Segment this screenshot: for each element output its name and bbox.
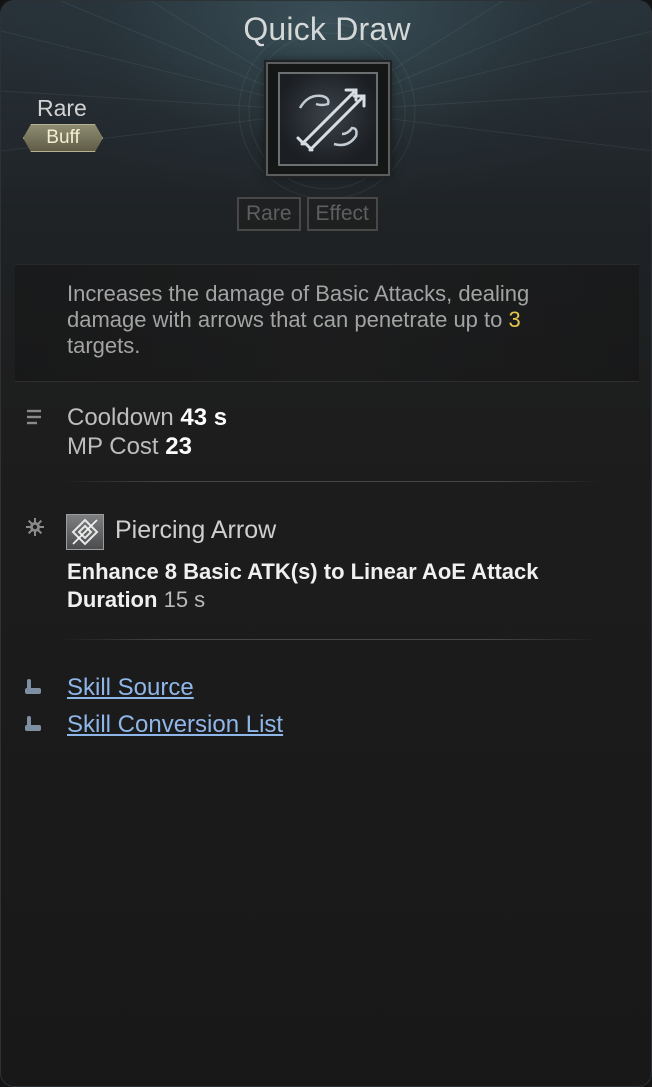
effect-name: Piercing Arrow: [115, 516, 277, 544]
skill-conversion-list-link[interactable]: Skill Conversion List: [67, 711, 283, 739]
divider: [61, 639, 601, 640]
skill-name: Quick Draw: [243, 11, 411, 47]
skill-tooltip-panel: Quick Draw Rare Buff Rare Effect Increas…: [0, 0, 652, 1087]
mp-cost-stat: MP Cost 23: [67, 433, 192, 461]
duration-value: 15 s: [163, 587, 206, 612]
effect-description: Enhance 8 Basic ATK(s) to Linear AoE Att…: [67, 559, 539, 584]
tag-rare: Rare: [237, 197, 301, 231]
description-box: Increases the damage of Basic Attacks, d…: [15, 264, 639, 382]
piercing-arrow-icon: [66, 514, 104, 550]
list-lines-icon: [27, 409, 41, 425]
effect-duration: Duration 15 s: [67, 587, 205, 613]
tag-effect: Effect: [306, 197, 378, 231]
description-text: Increases the damage of Basic Attacks, d…: [67, 281, 530, 332]
gear-icon: [26, 518, 44, 536]
divider: [61, 481, 601, 482]
duration-label: Duration: [67, 587, 158, 612]
skill-icon-frame: [266, 62, 390, 176]
mp-cost-label: MP Cost: [67, 433, 159, 460]
skill-description: Increases the damage of Basic Attacks, d…: [67, 281, 587, 359]
pointing-hand-icon: [25, 679, 41, 694]
mp-cost-value: 23: [165, 433, 192, 460]
cooldown-stat: Cooldown 43 s: [67, 404, 227, 432]
skill-source-link[interactable]: Skill Source: [67, 674, 194, 702]
cooldown-label: Cooldown: [67, 404, 174, 431]
category-badge: Buff: [23, 124, 103, 152]
description-text-end: targets.: [67, 333, 141, 358]
cooldown-value: 43 s: [180, 404, 228, 431]
skill-tags: Rare Effect: [237, 197, 378, 231]
pointing-hand-icon: [25, 716, 41, 731]
target-count: 3: [508, 307, 521, 332]
rarity-label: Rare: [37, 95, 87, 121]
crossed-arrows-hands-icon: [278, 72, 378, 166]
